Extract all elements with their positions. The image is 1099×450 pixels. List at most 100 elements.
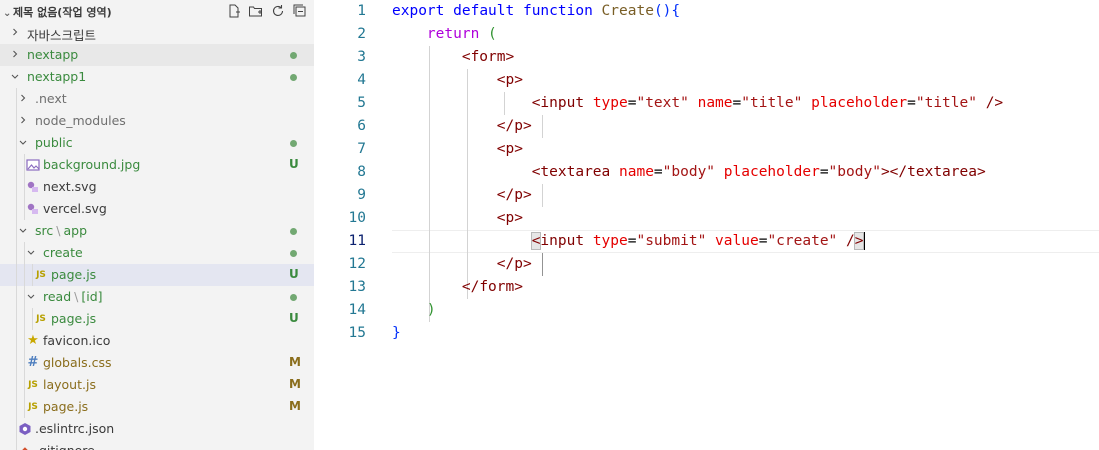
code-token: return	[426, 26, 480, 42]
git-status-dot	[290, 228, 297, 235]
file-item[interactable]: background.jpg U	[0, 154, 314, 176]
tree-item-label: layout.js	[43, 377, 96, 392]
git-status-badge: U	[289, 157, 299, 171]
file-item[interactable]: # globals.css M	[0, 352, 314, 374]
git-status-badge: M	[289, 377, 301, 391]
line-number: 3	[357, 49, 366, 65]
file-item[interactable]: ★ favicon.ico	[0, 330, 314, 352]
folder-item[interactable]: public	[0, 132, 314, 154]
code-line[interactable]: }	[392, 322, 401, 345]
collapse-all-icon[interactable]	[292, 3, 308, 19]
code-token: "title"	[741, 95, 803, 111]
file-item[interactable]: JS page.js M	[0, 396, 314, 418]
file-item[interactable]: JS page.js U	[0, 308, 314, 330]
folder-item[interactable]: 자바스크립트	[0, 22, 314, 44]
tree-item-label: page.js	[51, 311, 97, 326]
line-number: 15	[348, 325, 366, 341]
tree-item-label: page.js	[43, 399, 89, 414]
tree-item-label: nextapp	[27, 47, 79, 62]
path-separator: \	[74, 289, 79, 304]
tree-indent-guide	[24, 154, 25, 220]
folder-item[interactable]: .next	[0, 88, 314, 110]
path-segment: src	[35, 223, 54, 238]
code-token: "body"	[662, 164, 716, 180]
folder-item[interactable]: nextapp	[0, 44, 314, 66]
code-line[interactable]: <textarea name="body" placeholder="body"…	[392, 161, 986, 184]
eslint-icon	[18, 422, 32, 436]
tree-item-label: create	[43, 245, 83, 260]
code-line[interactable]: <p>	[392, 138, 523, 161]
folder-item[interactable]: src \ app	[0, 220, 314, 242]
code-line[interactable]: <p>	[392, 207, 523, 230]
code-token: >	[522, 256, 532, 272]
code-line[interactable]: </p>	[392, 184, 532, 207]
code-line[interactable]: )	[392, 299, 436, 322]
workspace-title[interactable]: ⌄ 제목 없음(작업 영역)	[3, 4, 112, 20]
file-item[interactable]: vercel.svg	[0, 198, 314, 220]
code-token: </	[496, 256, 515, 272]
chevron-down-icon	[10, 69, 20, 83]
code-line[interactable]: export default function Create(){	[392, 0, 680, 23]
code-token: p	[505, 141, 515, 157]
code-token: placeholder	[723, 164, 820, 180]
explorer-header: ⌄ 제목 없음(작업 영역)	[0, 0, 314, 22]
code-token: <	[496, 210, 506, 226]
tree-indent-guide	[24, 242, 25, 418]
new-file-icon[interactable]	[226, 3, 242, 19]
file-item[interactable]: JS layout.js M	[0, 374, 314, 396]
code-token: =	[653, 164, 663, 180]
code-token: form	[470, 49, 506, 65]
indent-guide	[541, 184, 543, 207]
code-token: <	[496, 72, 506, 88]
line-number: 11	[348, 233, 366, 249]
chevron-right-icon	[10, 25, 20, 39]
line-number: 4	[357, 72, 366, 88]
code-token: input	[540, 233, 585, 249]
line-number: 10	[348, 210, 366, 226]
refresh-icon[interactable]	[270, 3, 286, 19]
file-item[interactable]: JS page.js U	[0, 264, 314, 286]
code-token: (	[488, 26, 497, 42]
code-line[interactable]: </form>	[392, 276, 523, 299]
folder-item[interactable]: nextapp1	[0, 66, 314, 88]
folder-item[interactable]: create	[0, 242, 314, 264]
code-token: =	[819, 164, 829, 180]
code-token: </	[496, 187, 515, 203]
git-status-badge: M	[289, 355, 301, 369]
chevron-down-icon: ⌄	[3, 8, 12, 19]
code-line[interactable]: </p>	[392, 115, 532, 138]
chevron-down-icon	[18, 223, 28, 237]
file-item[interactable]: .eslintrc.json	[0, 418, 314, 440]
code-token: export	[392, 3, 445, 19]
tree-item-label: .next	[35, 91, 67, 106]
code-line[interactable]: </p>	[392, 253, 532, 276]
code-token: form	[479, 279, 515, 295]
code-token: name	[697, 95, 733, 111]
tree-item-label: public	[35, 135, 73, 150]
code-line[interactable]: <input type="submit" value="create" />	[392, 230, 866, 253]
code-line[interactable]: <input type="text" name="title" placehol…	[392, 92, 1003, 115]
code-line[interactable]: return (	[392, 23, 497, 46]
tree-item-label: .eslintrc.json	[35, 421, 115, 436]
file-item[interactable]: ◆.gitignore	[0, 440, 314, 450]
code-line[interactable]: <p>	[392, 69, 523, 92]
code-token: {	[671, 3, 681, 19]
path-segment: app	[63, 223, 87, 238]
tree-item-label: page.js	[51, 267, 97, 282]
line-number: 8	[357, 164, 366, 180]
code-editor[interactable]: 1 2 3 4 5 6 7 8 9 10 11 12 13 14 15 export default fun…	[314, 0, 1099, 450]
folder-item[interactable]: read \ [id]	[0, 286, 314, 308]
folder-item[interactable]: node_modules	[0, 110, 314, 132]
code-token: >	[522, 187, 532, 203]
file-item[interactable]: next.svg	[0, 176, 314, 198]
chevron-down-icon	[18, 135, 28, 149]
code-line[interactable]: <form>	[392, 46, 514, 69]
new-folder-icon[interactable]	[248, 3, 264, 19]
